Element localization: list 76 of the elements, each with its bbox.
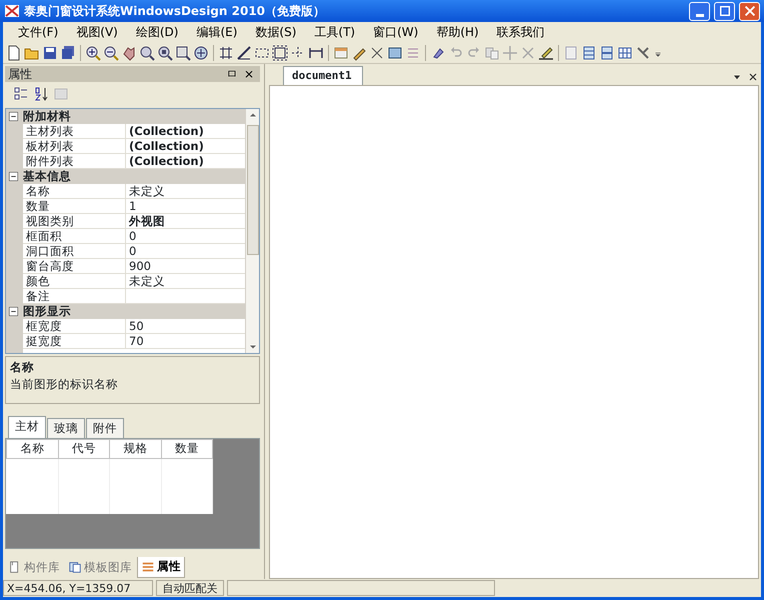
save-all-icon[interactable] bbox=[60, 44, 76, 60]
category-name: 图形显示 bbox=[23, 302, 71, 320]
category-row[interactable]: 图形显示 bbox=[6, 304, 245, 319]
zoom-pan-icon[interactable] bbox=[193, 44, 209, 60]
property-name: 视图类别 bbox=[23, 214, 126, 229]
close-button[interactable] bbox=[739, 2, 760, 20]
column-header[interactable]: 名称 bbox=[6, 440, 58, 458]
table-icon[interactable] bbox=[617, 44, 633, 60]
close-icon bbox=[744, 6, 754, 16]
tab[interactable]: 属性 bbox=[137, 557, 185, 578]
menu-item[interactable]: 帮助(H) bbox=[427, 22, 488, 42]
status-text: 自动匹配关 bbox=[156, 580, 224, 596]
description-title: 名称 bbox=[10, 359, 35, 376]
collapse-icon[interactable] bbox=[9, 172, 18, 181]
magnifier-icon[interactable] bbox=[175, 44, 191, 60]
dimension-icon[interactable] bbox=[218, 44, 234, 60]
template-icon bbox=[68, 560, 82, 574]
property-name: 框面积 bbox=[23, 229, 126, 244]
tab[interactable]: 附件 bbox=[86, 418, 124, 438]
property-name: 挺宽度 bbox=[23, 334, 126, 349]
document-tab[interactable]: document1 bbox=[283, 66, 363, 85]
scrollbar[interactable] bbox=[245, 109, 259, 353]
split-icon[interactable] bbox=[599, 44, 615, 60]
column-header[interactable]: 数量 bbox=[161, 440, 212, 458]
pin-button[interactable]: ㅁ bbox=[222, 68, 241, 80]
zoom-out-icon[interactable] bbox=[103, 44, 119, 60]
menu-item[interactable]: 视图(V) bbox=[67, 22, 127, 42]
status-text: X=454.06, Y=1359.07 bbox=[3, 580, 153, 596]
properties-icon bbox=[141, 560, 155, 574]
menu-item[interactable]: 联系我们 bbox=[488, 22, 554, 42]
magnifier-icon[interactable] bbox=[139, 44, 155, 60]
tab[interactable]: 构件库 bbox=[5, 557, 63, 578]
category-name: 附加材料 bbox=[23, 109, 71, 125]
ruler-pencil-icon[interactable] bbox=[538, 44, 554, 60]
sort-alphabetical-icon[interactable] bbox=[33, 86, 49, 102]
close-button[interactable]: × bbox=[240, 68, 257, 80]
window-title: 泰奥门窗设计系统WindowsDesign 2010（免费版） bbox=[24, 3, 326, 20]
property-name: 板材列表 bbox=[23, 139, 126, 154]
property-name: 名称 bbox=[23, 184, 126, 199]
properties-icon[interactable] bbox=[333, 44, 349, 60]
panel-icon[interactable] bbox=[581, 44, 597, 60]
property-name: 框宽度 bbox=[23, 319, 126, 334]
tab[interactable]: 模板图库 bbox=[65, 557, 135, 578]
minimize-button[interactable] bbox=[689, 2, 710, 20]
column-header[interactable]: 代号 bbox=[58, 440, 110, 458]
maximize-button[interactable] bbox=[714, 2, 735, 20]
zoom-in-icon[interactable] bbox=[85, 44, 101, 60]
magnifier-icon[interactable] bbox=[157, 44, 173, 60]
property-name: 主材列表 bbox=[23, 124, 126, 139]
collapse-icon[interactable] bbox=[9, 112, 18, 121]
categorized-icon[interactable] bbox=[13, 86, 29, 102]
property-name: 窗台高度 bbox=[23, 259, 126, 274]
panel-title: 属性 bbox=[8, 66, 33, 83]
save-icon[interactable] bbox=[42, 44, 58, 60]
collapse-icon[interactable] bbox=[9, 307, 18, 316]
menu-item[interactable]: 数据(S) bbox=[246, 22, 306, 42]
category-row[interactable]: 基本信息 bbox=[6, 169, 245, 184]
new-file-icon[interactable] bbox=[6, 44, 22, 60]
property-name: 洞口面积 bbox=[23, 244, 126, 259]
column-header[interactable]: 规格 bbox=[110, 440, 161, 458]
property-name: 颜色 bbox=[23, 274, 126, 289]
frame-icon[interactable] bbox=[272, 44, 288, 60]
menu-item[interactable]: 文件(F) bbox=[9, 22, 68, 42]
category-name: 基本信息 bbox=[23, 168, 71, 185]
minimize-icon bbox=[696, 14, 704, 16]
tab[interactable]: 主材 bbox=[8, 416, 46, 438]
tab[interactable]: 玻璃 bbox=[47, 418, 85, 438]
category-row[interactable]: 附加材料 bbox=[6, 109, 245, 124]
maximize-icon bbox=[720, 6, 730, 16]
description-text: 当前图形的标识名称 bbox=[10, 376, 119, 394]
menu-item[interactable]: 工具(T) bbox=[305, 22, 364, 42]
menu-item[interactable]: 编辑(E) bbox=[187, 22, 246, 42]
property-name: 数量 bbox=[23, 199, 126, 214]
app-logo-icon bbox=[4, 3, 20, 19]
menu-item[interactable]: 绘图(D) bbox=[126, 22, 188, 42]
menu-item[interactable]: 窗口(W) bbox=[364, 22, 428, 42]
